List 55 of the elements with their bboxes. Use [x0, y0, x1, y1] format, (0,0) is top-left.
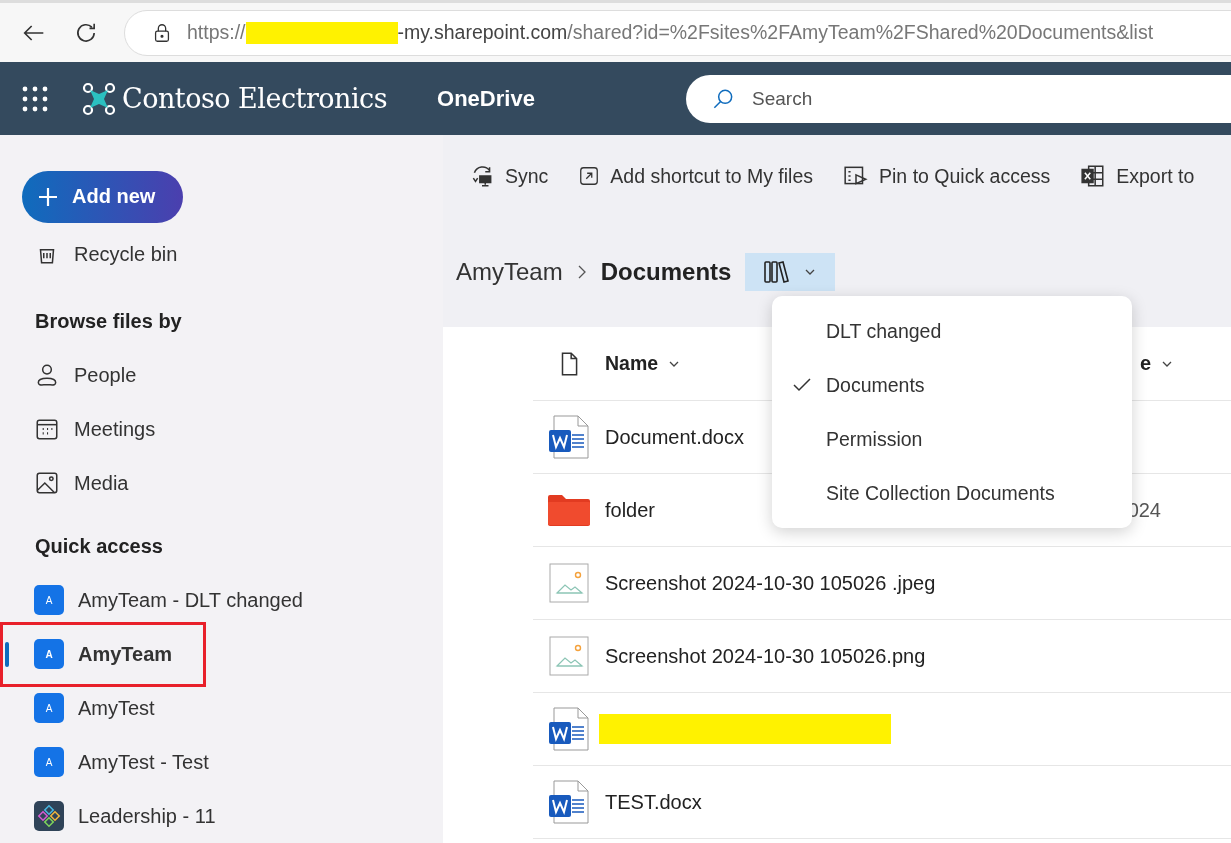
library-switcher-button[interactable] — [745, 253, 836, 291]
nav-item[interactable]: A AmyTeam — [0, 627, 443, 681]
toolbar-button[interactable]: Add shortcut to My files — [578, 164, 814, 188]
breadcrumb-link[interactable]: AmyTeam — [456, 258, 563, 286]
site-avatar: A — [34, 747, 64, 777]
app-launcher-icon[interactable] — [22, 85, 48, 112]
nav-item[interactable]: A AmyTest — [0, 681, 443, 735]
site-avatar: A — [34, 693, 64, 723]
url-text: https:// -my.sharepoint.com/shared?id=%2Fsites%2FAmyTeam%2FShared%20Documents&list — [187, 21, 1154, 44]
menu-item[interactable]: DLT changed — [772, 304, 1132, 358]
site-avatar: A — [34, 585, 64, 615]
folder-icon — [547, 494, 591, 526]
plus-icon — [38, 186, 58, 207]
file-name[interactable]: TEST.docx — [605, 790, 702, 814]
menu-item[interactable]: Documents — [772, 358, 1132, 412]
search-field[interactable]: Search — [686, 74, 1231, 123]
menu-item[interactable]: Permission — [772, 412, 1132, 466]
file-name[interactable]: folder — [605, 498, 656, 522]
nav-item[interactable]: People — [0, 348, 443, 403]
add-new-button[interactable]: Add new — [22, 171, 183, 223]
word-file-icon — [548, 780, 590, 824]
nav-item[interactable]: Media — [0, 456, 443, 511]
image-file-icon — [549, 636, 589, 676]
toolbar-button[interactable]: Sync — [469, 163, 549, 189]
chevron-right-icon — [576, 265, 587, 279]
word-file-icon — [548, 707, 590, 751]
column-header[interactable]: e — [1139, 352, 1173, 375]
column-header[interactable]: Name — [605, 352, 681, 375]
nav-item[interactable]: Leadership - 11 — [0, 789, 443, 843]
library-icon — [764, 260, 791, 284]
word-file-icon — [548, 415, 590, 459]
app-name[interactable]: OneDrive — [437, 85, 535, 112]
section-heading: Browse files by — [35, 309, 182, 335]
logo-icon — [82, 81, 116, 116]
file-name[interactable]: Document.docx — [605, 425, 744, 449]
breadcrumb-current: Documents — [600, 258, 732, 286]
nav-item[interactable]: A AmyTest - Test — [0, 735, 443, 789]
image-icon — [34, 470, 60, 497]
file-name[interactable]: Screenshot 2024-10-30 105026 .jpeg — [605, 571, 936, 595]
address-bar[interactable]: https:// -my.sharepoint.com/shared?id=%2Fsites%2FAmyTeam%2FShared%20Documents&list — [124, 9, 1231, 56]
search-placeholder: Search — [752, 87, 813, 110]
toolbar-button[interactable]: Pin to Quick access — [843, 163, 1051, 189]
nav-item[interactable]: Meetings — [0, 402, 443, 457]
site-logo-icon — [34, 801, 64, 831]
nav-item[interactable]: Recycle bin — [0, 236, 443, 272]
toolbar-button[interactable]: Export to — [1080, 163, 1195, 189]
shortcut-icon — [578, 165, 601, 187]
menu-item[interactable]: Site Collection Documents — [772, 466, 1132, 520]
site-avatar: A — [34, 639, 64, 669]
excel-icon — [1080, 163, 1107, 189]
brand-name: Contoso Electronics — [122, 83, 388, 114]
section-heading: Quick access — [35, 534, 163, 560]
image-file-icon — [549, 563, 589, 603]
file-name[interactable]: Screenshot 2024-10-30 105026.png — [605, 644, 926, 668]
nav-item[interactable]: A AmyTeam - DLT changed — [0, 573, 443, 627]
